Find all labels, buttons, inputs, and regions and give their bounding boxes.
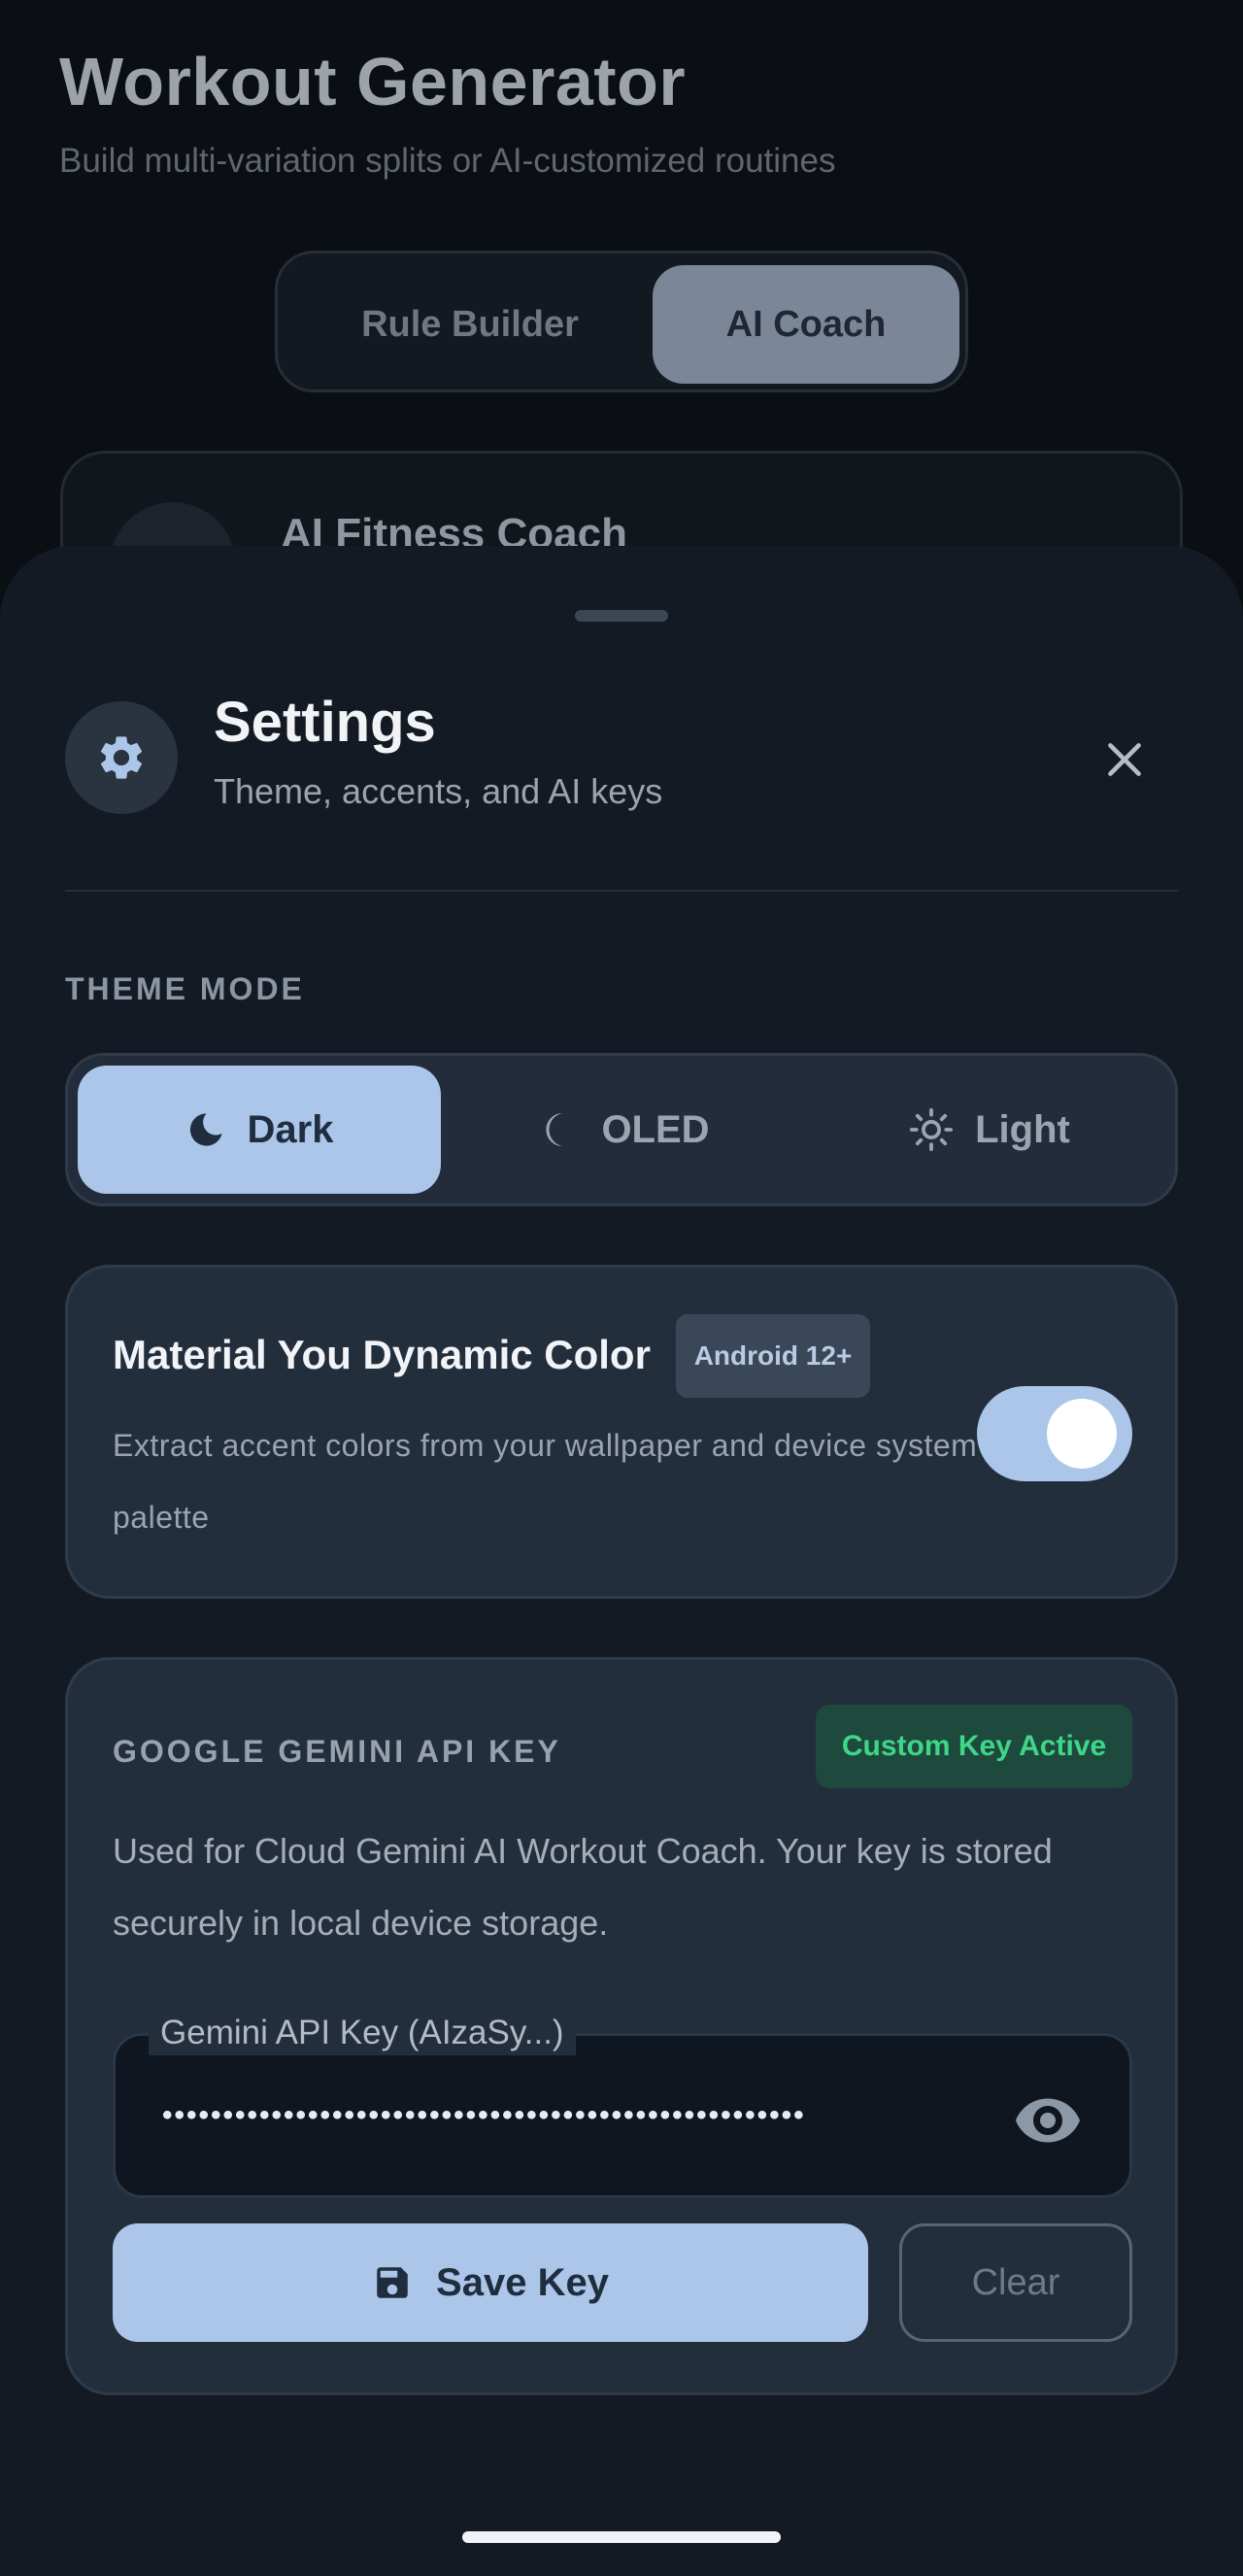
- tab-rule-builder[interactable]: Rule Builder: [289, 265, 651, 384]
- header-divider: [65, 890, 1178, 892]
- home-indicator[interactable]: [462, 2531, 781, 2543]
- key-status-badge: Custom Key Active: [816, 1705, 1132, 1788]
- gear-icon: [65, 701, 178, 814]
- theme-option-dark[interactable]: Dark: [78, 1066, 441, 1194]
- close-button[interactable]: [1086, 721, 1163, 798]
- theme-option-label: Light: [975, 1107, 1070, 1151]
- theme-mode-selector: Dark OLED Light: [65, 1053, 1178, 1206]
- save-key-label: Save Key: [436, 2260, 609, 2304]
- drag-handle[interactable]: [575, 610, 668, 622]
- half-moon-icon: [546, 1112, 563, 1147]
- tab-ai-coach[interactable]: AI Coach: [653, 265, 959, 384]
- theme-option-light[interactable]: Light: [808, 1066, 1171, 1194]
- toggle-visibility-button[interactable]: [1009, 2086, 1087, 2154]
- material-you-title: Material You Dynamic Color: [113, 1332, 651, 1377]
- page-subtitle: Build multi-variation splits or AI-custo…: [59, 142, 836, 180]
- moon-icon: [189, 1113, 222, 1146]
- gemini-api-card: GOOGLE GEMINI API KEY Custom Key Active …: [65, 1657, 1178, 2395]
- gemini-description: Used for Cloud Gemini AI Workout Coach. …: [113, 1831, 1053, 1943]
- settings-title: Settings: [214, 691, 436, 754]
- api-key-field-label: Gemini API Key (AIzaSy...): [149, 2011, 576, 2055]
- settings-subtitle: Theme, accents, and AI keys: [214, 771, 663, 811]
- theme-option-label: Dark: [247, 1107, 334, 1151]
- theme-option-oled[interactable]: OLED: [443, 1066, 806, 1194]
- gemini-api-label: GOOGLE GEMINI API KEY: [113, 1734, 561, 1769]
- mode-switcher: Rule Builder AI Coach: [275, 251, 968, 392]
- api-key-field[interactable]: Gemini API Key (AIzaSy...) •••••••••••••…: [113, 2011, 1132, 2198]
- material-you-description: Extract accent colors from your wallpape…: [113, 1428, 978, 1535]
- sun-icon: [910, 1107, 954, 1152]
- clear-key-button[interactable]: Clear: [899, 2223, 1132, 2342]
- api-key-input[interactable]: ••••••••••••••••••••••••••••••••••••••••…: [162, 2096, 997, 2135]
- dynamic-color-toggle[interactable]: [977, 1386, 1132, 1481]
- theme-mode-label: THEME MODE: [65, 971, 305, 1006]
- save-icon: [377, 2267, 408, 2298]
- material-you-card: Material You Dynamic Color Android 12+ E…: [65, 1265, 1178, 1599]
- save-key-button[interactable]: Save Key: [113, 2223, 868, 2342]
- settings-sheet: Settings Theme, accents, and AI keys THE…: [0, 546, 1243, 2576]
- toggle-knob: [1047, 1399, 1117, 1469]
- eye-icon: [1016, 2098, 1080, 2143]
- theme-option-label: OLED: [601, 1107, 710, 1151]
- close-icon: [1108, 743, 1141, 776]
- android-version-badge: Android 12+: [676, 1314, 870, 1398]
- page-title: Workout Generator: [59, 44, 687, 119]
